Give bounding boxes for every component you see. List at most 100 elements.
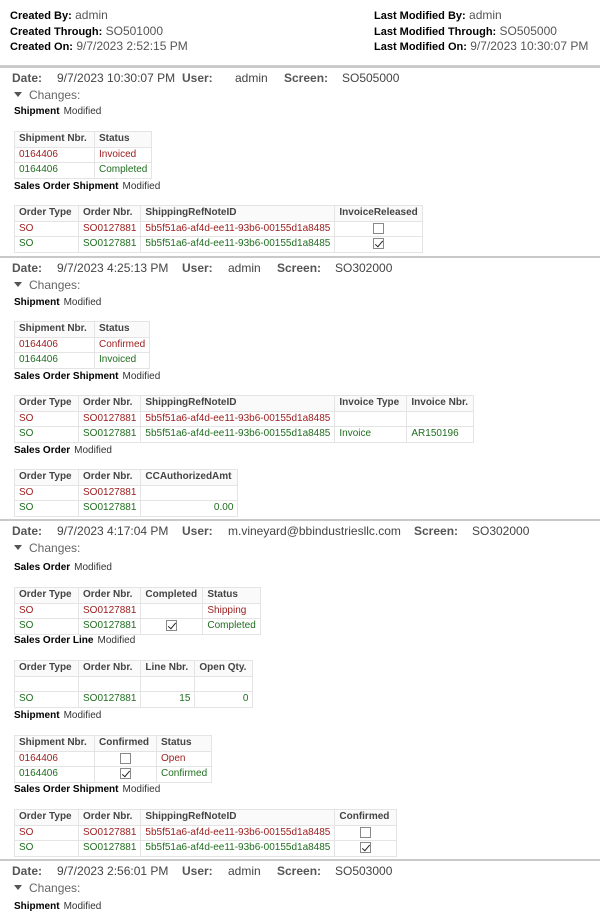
created-by-value: admin xyxy=(75,8,108,22)
date-label: Date: xyxy=(12,261,43,275)
cell-status: Confirmed xyxy=(155,766,213,783)
section-name: Sales Order xyxy=(14,445,71,456)
last-modified-on-value: 9/7/2023 10:30:07 PM xyxy=(470,39,589,53)
collapse-triangle-icon xyxy=(14,92,22,98)
new-value-row: 0164406 Confirmed xyxy=(14,766,213,783)
section-name: Sales Order xyxy=(14,562,71,573)
cell-shipment-nbr: 0164406 xyxy=(14,352,95,369)
user-label: User: xyxy=(182,71,213,85)
collapse-triangle-icon xyxy=(14,282,22,288)
column-header-order-nbr: Order Nbr. xyxy=(77,660,142,677)
column-header-status: Status xyxy=(93,321,151,338)
user-value: m.vineyard@bbindustriesllc.com xyxy=(228,524,401,538)
column-header-invoice-type: Invoice Type xyxy=(334,395,408,412)
changes-table-sales-order-shipment: Order Type Order Nbr. ShippingRefNoteID Inv… xyxy=(14,395,475,443)
column-header-invoicereleased: InvoiceReleased xyxy=(334,205,423,222)
user-value: admin xyxy=(228,261,261,275)
section-title-sales-order: Sales Order Modified xyxy=(14,444,112,458)
date-label: Date: xyxy=(12,864,43,878)
screen-label: Screen: xyxy=(277,864,322,878)
new-value-row: 0164406 Completed xyxy=(14,162,153,179)
section-status: Modified xyxy=(74,445,112,456)
cell-shipment-nbr: 0164406 xyxy=(14,336,95,353)
column-header-order-nbr: Order Nbr. xyxy=(77,587,142,604)
cell-open-qty xyxy=(194,675,254,692)
cell-confirmed xyxy=(334,824,398,841)
cell-completed xyxy=(140,602,204,619)
changes-toggle[interactable]: Changes: xyxy=(14,880,80,896)
cell-status: Invoiced xyxy=(93,146,153,163)
screen-label: Screen: xyxy=(284,71,329,85)
screen-label: Screen: xyxy=(277,261,322,275)
section-name: Shipment xyxy=(14,297,60,308)
cell-order-nbr xyxy=(77,675,142,692)
cell-order-type: SO xyxy=(14,618,79,635)
cell-shipment-nbr: 0164406 xyxy=(14,766,95,783)
old-value-row: SO SO0127881 5b5f51a6-af4d-ee11-93b6-00155… xyxy=(14,824,398,841)
cell-order-nbr: SO0127881 xyxy=(77,691,142,708)
section-name: Shipment xyxy=(14,710,60,721)
audit-entry: Date: 9/7/2023 4:25:13 PM User: admin Screen… xyxy=(0,256,600,519)
created-through-label: Created Through: xyxy=(10,25,103,38)
cell-shipment-nbr: 0164406 xyxy=(14,146,95,163)
user-value: admin xyxy=(235,71,268,85)
column-header-status: Status xyxy=(202,587,261,604)
changes-toggle[interactable]: Changes: xyxy=(14,87,80,103)
column-header-completed: Completed xyxy=(140,587,204,604)
date-value: 9/7/2023 10:30:07 PM xyxy=(57,71,176,85)
cell-order-nbr: SO0127881 xyxy=(77,410,142,427)
section-name: Sales Order Line xyxy=(14,635,94,646)
column-header-order-type: Order Type xyxy=(14,809,79,826)
changes-toggle[interactable]: Changes: xyxy=(14,277,80,293)
date-label: Date: xyxy=(12,71,43,85)
changes-table-sales-order: Order Type Order Nbr. CCAuthorizedAmt SO SO0… xyxy=(14,469,239,517)
cell-invoicereleased xyxy=(334,236,423,253)
created-through-value: SO501000 xyxy=(105,23,164,38)
cell-confirmed xyxy=(94,750,157,767)
changes-table-sales-order: Order Type Order Nbr. Completed Status SO SO0… xyxy=(14,587,261,635)
cell-order-type xyxy=(14,675,79,692)
cell-ccauthorizedamt: 0.00 xyxy=(140,500,239,517)
old-value-row: SO SO0127881 xyxy=(14,484,239,501)
section-title-shipment: Shipment Modified xyxy=(14,105,101,119)
cell-shippingrefnoteid: 5b5f51a6-af4d-ee11-93b6-00155d1a8485 xyxy=(140,236,336,253)
column-header-order-nbr: Order Nbr. xyxy=(77,205,142,222)
date-value: 9/7/2023 4:25:13 PM xyxy=(57,261,169,275)
section-status: Modified xyxy=(63,710,102,721)
new-value-row: SO SO0127881 5b5f51a6-af4d-ee11-93b6-00155… xyxy=(14,840,398,857)
column-header-order-type: Order Type xyxy=(14,469,79,486)
section-status: Modified xyxy=(122,784,161,795)
section-name: Sales Order Shipment xyxy=(14,181,119,192)
section-title-sales-order-line: Sales Order Line Modified xyxy=(14,634,135,648)
table-header-row: Order Type Order Nbr. ShippingRefNoteID Con… xyxy=(14,809,398,826)
cell-invoice-nbr: AR150196 xyxy=(406,426,475,443)
section-status: Modified xyxy=(122,181,161,192)
user-label: User: xyxy=(182,261,213,275)
cell-order-type: SO xyxy=(14,426,79,443)
table-header-row: Shipment Nbr. Confirmed Status xyxy=(14,735,213,752)
collapse-triangle-icon xyxy=(14,885,22,891)
checked-checkbox-icon xyxy=(360,842,372,854)
old-value-row: 0164406 Invoiced xyxy=(14,146,153,163)
screen-value: SO302000 xyxy=(472,524,530,538)
checked-checkbox-icon xyxy=(373,238,385,250)
column-header-status: Status xyxy=(93,131,153,148)
table-header-row: Order Type Order Nbr. ShippingRefNoteID Inv… xyxy=(14,395,475,412)
cell-invoice-type: Invoice xyxy=(334,426,408,443)
changes-toggle[interactable]: Changes: xyxy=(14,540,80,556)
cell-order-nbr: SO0127881 xyxy=(77,500,142,517)
changes-table-shipment: Shipment Nbr. Status 0164406 Invoiced 016440… xyxy=(14,131,153,179)
column-header-shippingrefnoteid: ShippingRefNoteID xyxy=(140,395,336,412)
section-title-sales-order-shipment: Sales Order Shipment Modified xyxy=(14,370,160,384)
column-header-open-qty: Open Qty. xyxy=(194,660,254,677)
cell-invoice-nbr xyxy=(406,410,475,427)
column-header-shipment-nbr: Shipment Nbr. xyxy=(14,131,95,148)
cell-confirmed xyxy=(334,840,398,857)
cell-completed xyxy=(140,618,204,635)
column-header-order-nbr: Order Nbr. xyxy=(77,809,142,826)
column-header-order-type: Order Type xyxy=(14,395,79,412)
cell-status: Shipping xyxy=(202,602,261,619)
cell-order-nbr: SO0127881 xyxy=(77,220,142,237)
screen-label: Screen: xyxy=(414,524,459,538)
old-value-row: 0164406 Open xyxy=(14,750,213,767)
